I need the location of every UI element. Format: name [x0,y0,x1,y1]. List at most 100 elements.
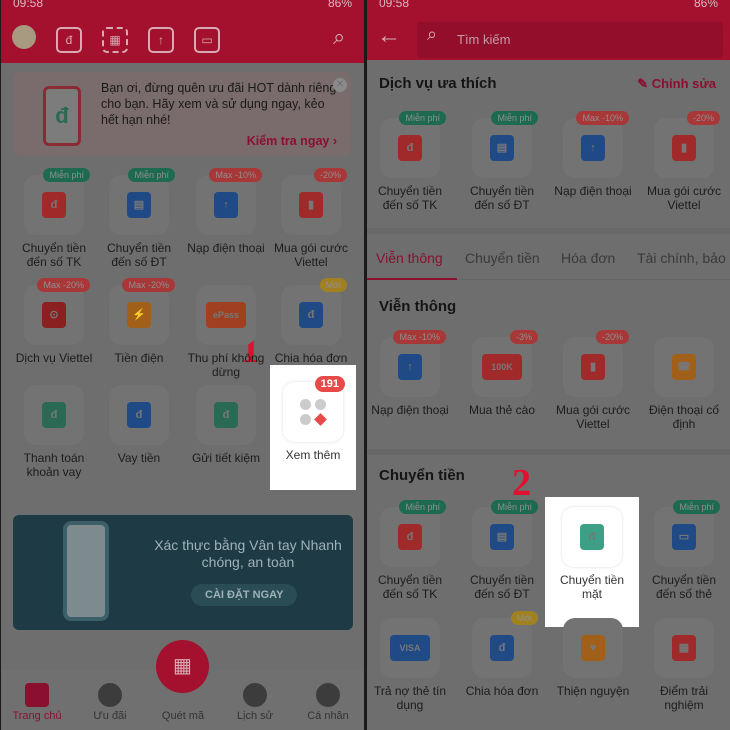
service-icon: đ [398,524,422,550]
setup-now-button[interactable]: CÀI ĐẶT NGAY [191,584,298,606]
service-tile[interactable]: ▤ Miễn phí Chuyển tiền đến số ĐT [96,168,182,269]
tile-label: Mua gói cước Viettel [274,241,348,269]
back-arrow-icon[interactable]: ← [377,22,401,50]
service-icon: ↑ [398,354,422,380]
tile-icon-box: đ [562,507,622,567]
fingerprint-title: Xác thực bằng Vân tay Nhanh chóng, an to… [154,537,342,570]
wallet-icon[interactable]: ↑ [148,27,174,53]
promo-badge: -3% [509,330,538,344]
count-badge: 191 [314,376,345,392]
service-tile[interactable]: ⚡ Max -20% Tiền điện [96,278,182,365]
tile-label: Mua gói cước Viettel [647,184,721,212]
promo-text: Bạn ơi, đừng quên ưu đãi HOT dành riêng … [101,81,337,127]
tab-bills[interactable]: Hóa đơn [561,250,615,266]
service-tile[interactable]: đ Miễn phí Chuyển tiền đến số TK [11,168,97,269]
service-tile[interactable]: đ Miễn phí Chuyển tiền đến số TK [367,111,453,212]
service-tile[interactable]: ▮ -20% Mua gói cước Viettel [268,168,354,269]
service-tile[interactable]: đ Gửi tiết kiệm [183,385,269,465]
status-bar: 09:58 86% [1,0,364,18]
tile-icon-box: ▮ -20% [281,168,347,235]
card-icon[interactable]: ▭ [194,27,220,53]
highlight-cash-transfer: đ Chuyển tiền mặt [545,497,639,627]
scan-qr-icon[interactable]: ▦ [102,27,128,53]
tile-icon-box: ▮ -20% [654,111,720,178]
tab-transfer[interactable]: Chuyển tiền [465,250,540,266]
more-services-button[interactable]: 191 Xem thêm [270,376,356,462]
battery: 86% [327,0,352,10]
tile-icon-box: ⊙ Max -20% [24,278,90,345]
promo-badge: Miễn phí [43,168,90,182]
service-tile[interactable]: đ Vay tiền [96,385,182,465]
tile-icon-box: đ Mới [472,611,538,678]
promo-badge: Miễn phí [491,500,538,514]
tile-icon-box: đ [196,385,256,445]
service-tile[interactable]: ▤ Miễn phí Chuyển tiền đến số ĐT [459,111,545,212]
edit-button[interactable]: ✎ Chỉnh sửa [637,76,716,92]
service-tile[interactable]: ePass Thu phí không dừng [183,285,269,379]
service-tile[interactable]: ▭ Miễn phí Chuyển tiền đến số thẻ [641,500,727,601]
promo-badge: Miễn phí [673,500,720,514]
nav-home[interactable]: Trang chủ [5,683,69,722]
service-tile[interactable]: VISA Trả nợ thẻ tín dụng [367,618,453,712]
transfer-title: Chuyển tiền [379,467,465,484]
avatar[interactable] [12,25,36,49]
search-icon[interactable]: ⌕ [333,24,345,50]
service-icon: đ [580,524,604,550]
tile-label: Chia hóa đơn [274,351,348,365]
promo-badge: -20% [595,330,629,344]
scan-qr-button[interactable]: ▦ [156,640,209,693]
search-input[interactable]: Tìm kiếm [417,22,723,58]
tile-label: Nạp điện thoại [187,241,265,255]
service-icon: ▤ [490,135,514,161]
service-tile[interactable]: ↑ Max -10% Nạp điện thoại [183,168,269,255]
promo-badge: Mới [319,278,347,292]
fingerprint-banner[interactable]: Xác thực bằng Vân tay Nhanh chóng, an to… [13,515,353,630]
tab-telecom[interactable]: Viễn thông [376,250,443,266]
nav-scan[interactable]: Quét mã [151,710,215,722]
service-tile[interactable]: ▤ Miễn phí Chuyển tiền đến số ĐT [459,500,545,601]
promo-banner[interactable]: đ Bạn ơi, đừng quên ưu đãi HOT dành riên… [13,72,351,156]
telecom-title: Viễn thông [379,298,457,315]
service-tile[interactable]: đ Mới Chia hóa đơn [459,611,545,698]
service-tile[interactable]: đ Mới Chia hóa đơn [268,278,354,365]
tile-label: Chuyển tiền mặt [559,573,625,601]
promo-badge: Max -10% [393,330,446,344]
service-tile[interactable]: ⊙ Max -20% Dịch vụ Viettel [11,278,97,365]
tile-label: Chuyển tiền đến số TK [377,184,443,212]
service-tile[interactable]: đ Thanh toán khoản vay [11,385,97,479]
nav-offers[interactable]: Ưu đãi [78,683,142,722]
tile-label: Xem thêm [285,448,341,462]
tile-label: Điểm trải nghiệm [659,684,708,712]
transfer-icon[interactable]: đ [56,27,82,53]
tile-label: Mua thẻ cào [468,403,536,417]
nav-profile[interactable]: Cá nhân [296,683,360,722]
service-tile[interactable]: ↑ Max -10% Nạp điện thoại [367,330,453,417]
service-tile[interactable]: ▮ -20% Mua gói cước Viettel [641,111,727,212]
tile-label: Nạp điện thoại [554,184,632,198]
tile-icon-box: VISA [380,618,440,678]
tile-label: Chuyển tiền đến số ĐT [106,241,172,269]
tile-label: Thiện nguyện [556,684,630,698]
tile-icon-box: ▤ Miễn phí [472,500,538,567]
service-tile[interactable]: ▮ -20% Mua gói cước Viettel [550,330,636,431]
service-tile[interactable]: 100K -3% Mua thẻ cào [459,330,545,417]
grid-icon [300,399,327,426]
tile-label: Chuyển tiền đến số TK [21,241,87,269]
service-tile[interactable]: đ Miễn phí Chuyển tiền đến số TK [367,500,453,601]
service-tile[interactable]: ▦ Điểm trải nghiệm [641,618,727,712]
tile-icon-box: ▦ [654,618,714,678]
service-tile[interactable]: đ Chuyển tiền mặt [549,507,635,601]
service-icon: đ [398,135,422,161]
nav-history[interactable]: Lịch sử [223,683,287,722]
tile-icon-box: ↑ Max -10% [563,111,629,178]
promo-illustration: đ [43,86,81,146]
service-icon: ▤ [490,524,514,550]
service-tile[interactable]: ♥ Thiện nguyện [550,618,636,698]
check-now-link[interactable]: Kiểm tra ngay › [247,134,337,148]
close-icon[interactable]: ✕ [333,78,347,92]
service-tile[interactable]: ↑ Max -10% Nạp điện thoại [550,111,636,198]
tile-label: Chuyển tiền đến số ĐT [469,573,535,601]
tab-finance[interactable]: Tài chính, bảo [637,250,726,266]
service-tile[interactable]: ☎ Điện thoại cố định [641,337,727,431]
tile-icon-box: ePass [196,285,256,345]
